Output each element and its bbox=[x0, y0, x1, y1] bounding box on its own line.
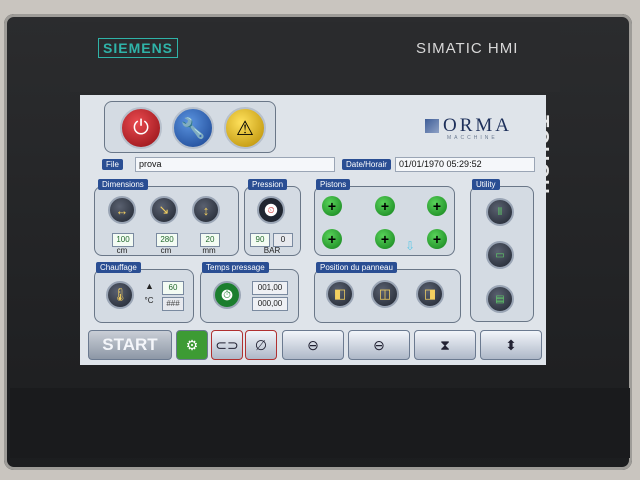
width-icon[interactable]: ↔ bbox=[108, 196, 136, 224]
panel-left-button[interactable]: ◧ bbox=[326, 280, 354, 308]
heating-unit: °C bbox=[144, 296, 154, 305]
panel-right-button[interactable]: ◨ bbox=[416, 280, 444, 308]
utility-title: Utility bbox=[472, 179, 500, 190]
brand-logo: SIEMENS bbox=[98, 38, 179, 58]
logo-text: ORMA bbox=[443, 115, 513, 136]
utility-button-1[interactable]: ⫴ bbox=[486, 198, 514, 226]
stopwatch-icon[interactable]: ⏱ bbox=[213, 281, 241, 309]
no-loop-button[interactable]: ∅ bbox=[245, 330, 277, 360]
piston-4[interactable]: + bbox=[322, 229, 342, 249]
length-value[interactable]: 280 bbox=[156, 233, 178, 247]
orma-logo: ORMA MACCHINE bbox=[425, 115, 520, 143]
cycle-button-1[interactable]: ⊖ bbox=[282, 330, 344, 360]
utility-button-2[interactable]: ▭ bbox=[486, 241, 514, 269]
mode-gear-button[interactable]: ⚙ bbox=[176, 330, 208, 360]
thickness-unit: mm bbox=[202, 246, 216, 255]
datetime-field: 01/01/1970 05:29:52 bbox=[395, 157, 535, 172]
start-button[interactable]: START bbox=[88, 330, 172, 360]
settings-button[interactable]: 🔧 bbox=[172, 107, 214, 149]
panel-position-title: Position du panneau bbox=[316, 262, 397, 273]
pressure-value2: 0 bbox=[273, 233, 293, 247]
piston-6[interactable]: + bbox=[427, 229, 447, 249]
piston-5[interactable]: + bbox=[375, 229, 395, 249]
piston-down-arrow-icon: ⇩ bbox=[405, 239, 416, 253]
heating-title: Chauffage bbox=[96, 262, 141, 273]
length-unit: cm bbox=[160, 246, 172, 255]
width-unit: cm bbox=[116, 246, 128, 255]
model-label: SIMATIC HMI bbox=[416, 40, 519, 57]
alarm-button[interactable]: ⚠ bbox=[224, 107, 266, 149]
piston-1[interactable]: + bbox=[322, 196, 342, 216]
heating-reading: ### bbox=[162, 297, 184, 311]
pressure-title: Pression bbox=[248, 179, 288, 190]
diagonal-icon[interactable]: ↘ bbox=[150, 196, 178, 224]
panel-center-button[interactable]: ◫ bbox=[371, 280, 399, 308]
loop-button[interactable]: ⊂⊃ bbox=[211, 330, 243, 360]
heating-setpoint[interactable]: 60 bbox=[162, 281, 184, 295]
press-open-button[interactable]: ⬍ bbox=[480, 330, 542, 360]
power-button[interactable]: ⏻ bbox=[120, 107, 162, 149]
thermometer-icon[interactable]: 🌡 bbox=[106, 281, 134, 309]
pressing-time-elapsed: 000,00 bbox=[252, 297, 288, 311]
utility-button-3[interactable]: ▤ bbox=[486, 285, 514, 313]
logo-mark-icon bbox=[425, 119, 439, 133]
thickness-value[interactable]: 20 bbox=[200, 233, 220, 247]
pressing-time-value[interactable]: 001,00 bbox=[252, 281, 288, 295]
width-value[interactable]: 100 bbox=[112, 233, 134, 247]
temp-up-arrow-icon: ▲ bbox=[145, 281, 154, 291]
file-field[interactable]: prova bbox=[135, 157, 335, 172]
datetime-label: Date/Horair bbox=[342, 159, 391, 170]
pressure-gauge-icon[interactable]: ⏲ bbox=[257, 196, 285, 224]
pressure-unit: BAR bbox=[263, 246, 281, 255]
logo-subtext: MACCHINE bbox=[447, 135, 498, 141]
dimensions-title: Dimensions bbox=[98, 179, 148, 190]
hmi-screen: ⏻ 🔧 ⚠ ORMA MACCHINE File prova Date/Hora… bbox=[80, 95, 546, 365]
piston-2[interactable]: + bbox=[375, 196, 395, 216]
piston-3[interactable]: + bbox=[427, 196, 447, 216]
height-icon[interactable]: ↕ bbox=[192, 196, 220, 224]
pressure-value[interactable]: 90 bbox=[250, 233, 270, 247]
press-close-button[interactable]: ⧗ bbox=[414, 330, 476, 360]
pressing-time-title: Temps pressage bbox=[202, 262, 269, 273]
file-label: File bbox=[102, 159, 123, 170]
cycle-button-2[interactable]: ⊖ bbox=[348, 330, 410, 360]
bezel-bottom bbox=[10, 388, 630, 458]
pistons-title: Pistons bbox=[316, 179, 351, 190]
